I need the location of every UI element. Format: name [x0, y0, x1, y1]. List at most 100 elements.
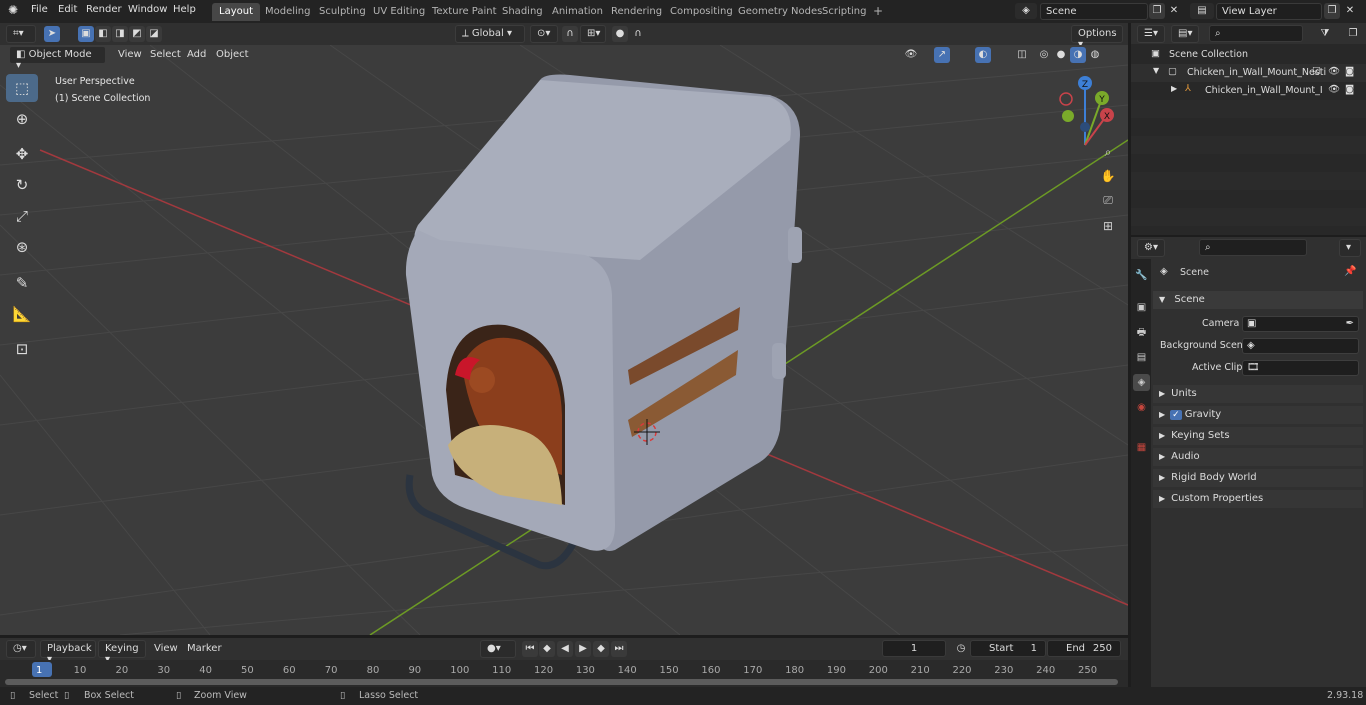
tab-shading[interactable]: Shading	[495, 3, 550, 21]
eye-icon[interactable]: 👁	[1328, 66, 1340, 77]
scale-tool-icon[interactable]: ⤢	[6, 202, 38, 230]
zoom-icon[interactable]: ⌕	[1097, 141, 1119, 163]
auto-keying-icon[interactable]: ●▾	[480, 640, 516, 658]
visibility-icon[interactable]: 👁	[903, 47, 919, 63]
play-icon[interactable]: ▶	[575, 641, 591, 657]
move-tool-icon[interactable]: ✥	[6, 140, 38, 168]
eye-icon[interactable]: 👁	[1328, 84, 1340, 95]
add-workspace-button[interactable]: +	[866, 3, 890, 21]
select-tool-mode-icon[interactable]: ➤	[44, 26, 60, 42]
menu-render[interactable]: Render	[86, 4, 122, 15]
jump-start-icon[interactable]: ⏮	[522, 641, 538, 657]
snap-icon[interactable]: ∩	[562, 26, 578, 42]
3d-viewport[interactable]: Z Y X ◧ Object Mode ▾ View Select Add Ob…	[0, 45, 1128, 635]
shading-solid-icon[interactable]: ●	[1053, 47, 1069, 63]
texture-tab-icon[interactable]: ▦	[1133, 439, 1150, 456]
view-layer-tab-icon[interactable]: ▤	[1133, 349, 1150, 366]
transform-tool-icon[interactable]: ⊛	[6, 233, 38, 261]
properties-options-icon[interactable]: ▾	[1339, 239, 1361, 257]
stopwatch-icon[interactable]: ◷	[953, 641, 969, 657]
end-frame-field[interactable]: End 250	[1047, 640, 1121, 657]
tab-sculpting[interactable]: Sculpting	[312, 3, 373, 21]
tab-modeling[interactable]: Modeling	[258, 3, 318, 21]
gravity-checkbox-icon[interactable]: ✓	[1170, 410, 1182, 420]
properties-editor-type-icon[interactable]: ⚙▾	[1137, 239, 1165, 257]
keying-sets-panel-header[interactable]: ▶ Keying Sets	[1153, 427, 1363, 445]
camera-render-icon[interactable]: ◙	[1345, 84, 1354, 95]
add-cube-tool-icon[interactable]: ⊡	[6, 335, 38, 363]
menu-add[interactable]: Add	[187, 49, 206, 60]
pin-icon[interactable]: 📌	[1344, 266, 1356, 277]
menu-edit[interactable]: Edit	[58, 4, 77, 15]
marker-menu[interactable]: Marker	[187, 643, 222, 654]
timeline-editor-type-icon[interactable]: ◷▾	[6, 640, 36, 658]
view-layer-field[interactable]: View Layer	[1216, 3, 1322, 20]
prev-keyframe-icon[interactable]: ◆	[539, 641, 555, 657]
active-clip-field[interactable]: 🎞	[1242, 360, 1359, 376]
menu-view[interactable]: View	[118, 49, 142, 60]
camera-render-icon[interactable]: ◙	[1345, 66, 1354, 77]
outliner-search-input[interactable]: ⌕	[1209, 25, 1303, 42]
chicken-head[interactable]	[469, 367, 495, 393]
tab-uv-editing[interactable]: UV Editing	[366, 3, 432, 21]
play-reverse-icon[interactable]: ◀	[557, 641, 573, 657]
camera-view-icon[interactable]: ⎚	[1097, 189, 1119, 211]
viewport-canvas[interactable]: Z Y X	[0, 45, 1128, 635]
pivot-point-icon[interactable]: ⊙▾	[530, 25, 558, 43]
new-scene-icon[interactable]: ❐	[1149, 3, 1165, 19]
measure-tool-icon[interactable]: 📐	[6, 300, 38, 328]
expand-right-icon[interactable]: ▶	[1171, 84, 1177, 93]
camera-field[interactable]: ▣ ✒	[1242, 316, 1359, 332]
tool-tab-icon[interactable]: 🔧	[1133, 267, 1150, 284]
editor-type-icon[interactable]: ⌗▾	[6, 25, 36, 43]
outliner-editor-type-icon[interactable]: ☰▾	[1137, 25, 1165, 43]
shading-wireframe-icon[interactable]: ◎	[1036, 47, 1052, 63]
include-checkbox-icon[interactable]: ☑	[1312, 66, 1321, 77]
menu-select[interactable]: Select	[150, 49, 181, 60]
mode-dropdown[interactable]: ◧ Object Mode ▾	[9, 46, 106, 71]
menu-help[interactable]: Help	[173, 4, 196, 15]
blender-logo-icon[interactable]: ✺	[8, 3, 18, 17]
xray-toggle-icon[interactable]: ◫	[1014, 47, 1030, 63]
menu-window[interactable]: Window	[128, 4, 167, 15]
display-mode-icon[interactable]: ▤▾	[1171, 25, 1199, 43]
timeline-scrollbar[interactable]	[5, 679, 1118, 685]
menu-object[interactable]: Object	[216, 49, 249, 60]
scene-panel-header[interactable]: ▼ Scene	[1153, 291, 1363, 309]
delete-scene-icon[interactable]: ✕	[1166, 3, 1182, 19]
next-keyframe-icon[interactable]: ◆	[593, 641, 609, 657]
eyedropper-icon[interactable]: ✒	[1346, 318, 1354, 329]
units-panel-header[interactable]: ▶ Units	[1153, 385, 1363, 403]
scene-name-field[interactable]: Scene	[1040, 3, 1148, 20]
new-view-layer-icon[interactable]: ❐	[1324, 3, 1340, 19]
outliner-row-collection[interactable]: ▼ ▢ Chicken_in_Wall_Mount_Nesti ☑ 👁 ◙	[1131, 64, 1366, 82]
tab-rendering[interactable]: Rendering	[604, 3, 669, 21]
select-new-icon[interactable]: ▣	[78, 26, 94, 42]
rigid-body-world-panel-header[interactable]: ▶ Rigid Body World	[1153, 469, 1363, 487]
filter-icon[interactable]: ⧩	[1317, 26, 1333, 42]
gravity-panel-header[interactable]: ▶ ✓ Gravity	[1153, 406, 1363, 424]
tab-compositing[interactable]: Compositing	[663, 3, 740, 21]
pan-hand-icon[interactable]: ✋	[1097, 165, 1119, 187]
annotate-tool-icon[interactable]: ✎	[6, 269, 38, 297]
playback-menu[interactable]: Playback ▾	[40, 640, 96, 665]
select-invert-icon[interactable]: ◩	[129, 26, 145, 42]
output-tab-icon[interactable]: 🖶	[1133, 324, 1150, 341]
delete-view-layer-icon[interactable]: ✕	[1342, 3, 1358, 19]
transform-orientation-dropdown[interactable]: ⟂ Global ▾	[455, 25, 525, 43]
select-intersect-icon[interactable]: ◪	[146, 26, 162, 42]
select-subtract-icon[interactable]: ◨	[112, 26, 128, 42]
options-button[interactable]: Options ▾	[1071, 25, 1123, 50]
rotate-tool-icon[interactable]: ↻	[6, 171, 38, 199]
new-collection-icon[interactable]: ❐	[1345, 26, 1361, 42]
expand-down-icon[interactable]: ▼	[1153, 66, 1159, 75]
shading-rendered-icon[interactable]: ◍	[1087, 47, 1103, 63]
background-scene-field[interactable]: ◈	[1242, 338, 1359, 354]
custom-properties-panel-header[interactable]: ▶ Custom Properties	[1153, 490, 1363, 508]
select-extend-icon[interactable]: ◧	[95, 26, 111, 42]
tab-animation[interactable]: Animation	[545, 3, 610, 21]
keying-menu[interactable]: Keying ▾	[98, 640, 146, 665]
scene-selector-icon[interactable]: ◈	[1015, 3, 1037, 19]
gizmo-toggle-icon[interactable]: ↗	[934, 47, 950, 63]
scene-tab-icon[interactable]: ◈	[1133, 374, 1150, 391]
